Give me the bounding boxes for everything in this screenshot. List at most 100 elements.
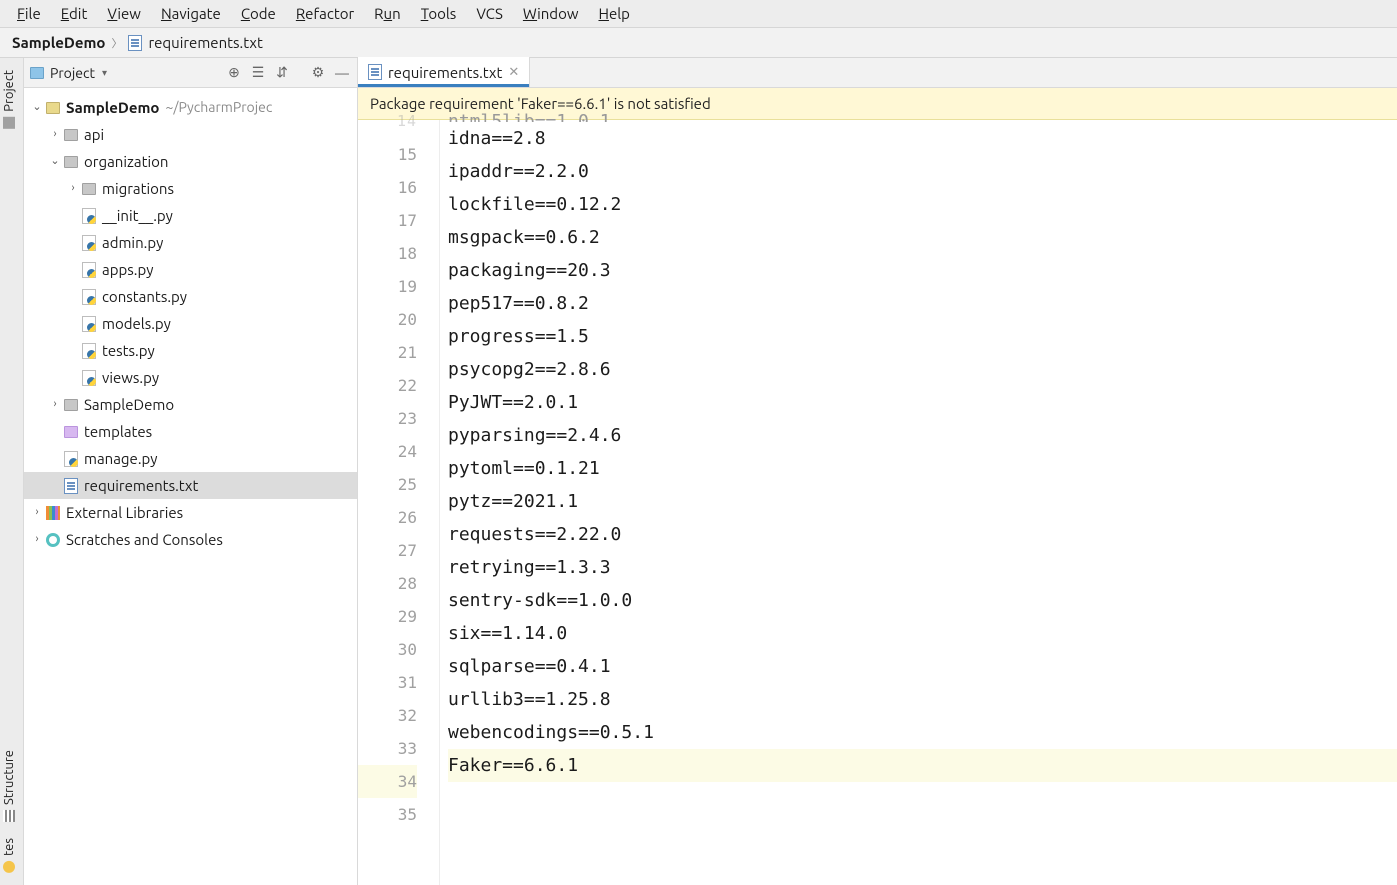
editor-area: requirements.txt ✕ Package requirement '…: [358, 58, 1397, 885]
python-file-icon: [82, 235, 96, 251]
breadcrumb: SampleDemo 〉 requirements.txt: [0, 28, 1397, 58]
code-line[interactable]: urllib3==1.25.8: [448, 683, 1397, 716]
tree-folder-api[interactable]: › api: [24, 121, 357, 148]
gutter-line: 35: [358, 798, 417, 831]
code-line[interactable]: requests==2.22.0: [448, 518, 1397, 551]
locate-icon[interactable]: ⊕: [225, 64, 243, 82]
project-icon: [3, 117, 15, 129]
tree-file-constants[interactable]: · constants.py: [24, 283, 357, 310]
code-line[interactable]: [448, 782, 1397, 815]
favorites-icon: [3, 861, 15, 873]
code-line[interactable]: PyJWT==2.0.1: [448, 386, 1397, 419]
tree-folder-sampledemo[interactable]: › SampleDemo: [24, 391, 357, 418]
breadcrumb-file[interactable]: requirements.txt: [148, 34, 262, 51]
project-toolwindow-header: Project ⊕ ☰ ⇵ ⚙ —: [24, 58, 357, 88]
menu-view[interactable]: View: [98, 2, 150, 25]
menu-vcs[interactable]: VCS: [467, 2, 512, 25]
tree-file-models[interactable]: · models.py: [24, 310, 357, 337]
gutter-line: 26: [358, 501, 417, 534]
textfile-icon: [368, 64, 382, 80]
code-line[interactable]: six==1.14.0: [448, 617, 1397, 650]
structure-icon: [3, 810, 15, 822]
code-line[interactable]: pytoml==0.1.21: [448, 452, 1397, 485]
tree-file-apps[interactable]: · apps.py: [24, 256, 357, 283]
tree-scratches[interactable]: › Scratches and Consoles: [24, 526, 357, 553]
code-line[interactable]: sentry-sdk==1.0.0: [448, 584, 1397, 617]
package-icon: [64, 399, 78, 411]
gutter-line: 24: [358, 435, 417, 468]
gutter-line: 27: [358, 534, 417, 567]
project-tree[interactable]: ⌄ SampleDemo ~/PycharmProjec › api ⌄ org…: [24, 88, 357, 559]
code-line[interactable]: lockfile==0.12.2: [448, 188, 1397, 221]
menu-edit[interactable]: Edit: [52, 2, 97, 25]
code-line[interactable]: webencodings==0.5.1: [448, 716, 1397, 749]
menu-file[interactable]: File: [8, 2, 50, 25]
hide-icon[interactable]: —: [333, 64, 351, 82]
tree-file-views[interactable]: · views.py: [24, 364, 357, 391]
gutter-line: 30: [358, 633, 417, 666]
menu-run[interactable]: Run: [365, 2, 410, 25]
code-line[interactable]: retrying==1.3.3: [448, 551, 1397, 584]
code-line[interactable]: Faker==6.6.1: [448, 749, 1397, 782]
toolwindow-tab-favorites[interactable]: tes: [0, 830, 18, 881]
editor-body[interactable]: 1415161718192021222324252627282930313233…: [358, 120, 1397, 885]
code-line[interactable]: pytz==2021.1: [448, 485, 1397, 518]
editor-tab-requirements[interactable]: requirements.txt ✕: [358, 57, 530, 87]
folder-icon: [46, 102, 60, 114]
code-line[interactable]: psycopg2==2.8.6: [448, 353, 1397, 386]
toolwindow-tab-structure[interactable]: Structure: [0, 742, 18, 830]
editor-tabbar: requirements.txt ✕: [358, 58, 1397, 88]
tree-file-init[interactable]: · __init__.py: [24, 202, 357, 229]
code-line[interactable]: progress==1.5: [448, 320, 1397, 353]
python-file-icon: [82, 370, 96, 386]
collapse-all-icon[interactable]: ⇵: [273, 64, 291, 82]
code-line[interactable]: idna==2.8: [448, 122, 1397, 155]
libraries-icon: [46, 506, 60, 520]
editor-tab-label: requirements.txt: [388, 64, 502, 81]
menu-help[interactable]: Help: [589, 2, 638, 25]
code-line[interactable]: sqlparse==0.4.1: [448, 650, 1397, 683]
code-line[interactable]: packaging==20.3: [448, 254, 1397, 287]
scratches-icon: [46, 533, 60, 547]
expand-all-icon[interactable]: ☰: [249, 64, 267, 82]
tree-file-admin[interactable]: · admin.py: [24, 229, 357, 256]
templates-folder-icon: [64, 426, 78, 438]
tree-folder-templates[interactable]: · templates: [24, 418, 357, 445]
tree-file-requirements[interactable]: · requirements.txt: [24, 472, 357, 499]
left-tool-stripe: Project Structure tes: [0, 58, 24, 885]
project-toolwindow: Project ⊕ ☰ ⇵ ⚙ — ⌄ SampleDemo ~/Pycharm…: [24, 58, 358, 885]
tree-folder-organization[interactable]: ⌄ organization: [24, 148, 357, 175]
gutter-line: 22: [358, 369, 417, 402]
menu-code[interactable]: Code: [232, 2, 285, 25]
package-icon: [82, 183, 96, 195]
toolwindow-tab-project[interactable]: Project: [0, 62, 18, 137]
tree-file-manage[interactable]: · manage.py: [24, 445, 357, 472]
tree-folder-migrations[interactable]: › migrations: [24, 175, 357, 202]
package-icon: [64, 156, 78, 168]
menu-window[interactable]: Window: [514, 2, 588, 25]
code-line[interactable]: ipaddr==2.2.0: [448, 155, 1397, 188]
gutter-line: 16: [358, 171, 417, 204]
menu-refactor[interactable]: Refactor: [287, 2, 363, 25]
project-view-mode[interactable]: Project: [50, 65, 107, 81]
python-file-icon: [82, 289, 96, 305]
python-file-icon: [82, 316, 96, 332]
gutter-line: 19: [358, 270, 417, 303]
tree-external-libraries[interactable]: › External Libraries: [24, 499, 357, 526]
package-icon: [64, 129, 78, 141]
menu-navigate[interactable]: Navigate: [152, 2, 230, 25]
code-line[interactable]: pep517==0.8.2: [448, 287, 1397, 320]
code-line[interactable]: msgpack==0.6.2: [448, 221, 1397, 254]
gutter-line: 25: [358, 468, 417, 501]
gutter-line: 28: [358, 567, 417, 600]
editor-code[interactable]: ntml5lib==1.0.1idna==2.8ipaddr==2.2.0loc…: [440, 120, 1397, 885]
tree-root[interactable]: ⌄ SampleDemo ~/PycharmProjec: [24, 94, 357, 121]
tree-file-tests[interactable]: · tests.py: [24, 337, 357, 364]
code-line[interactable]: pyparsing==2.4.6: [448, 419, 1397, 452]
gear-icon[interactable]: ⚙: [309, 64, 327, 82]
python-file-icon: [82, 208, 96, 224]
python-file-icon: [82, 262, 96, 278]
breadcrumb-project[interactable]: SampleDemo: [12, 34, 105, 51]
close-icon[interactable]: ✕: [508, 65, 519, 80]
menu-tools[interactable]: Tools: [412, 2, 466, 25]
